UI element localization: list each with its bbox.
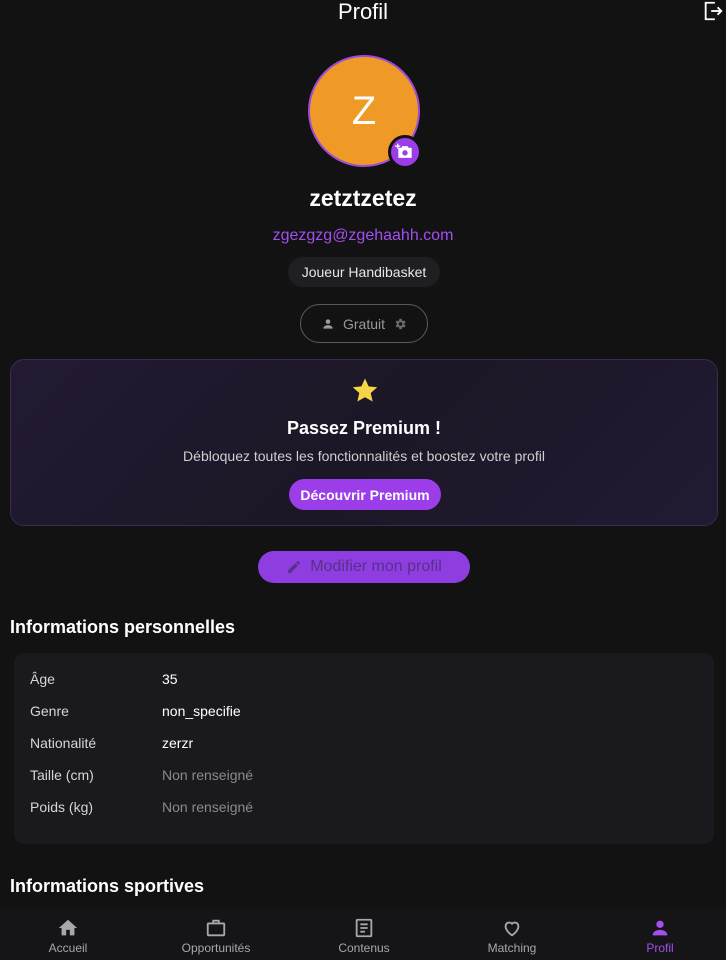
heart-icon <box>504 921 520 937</box>
info-label: Âge <box>30 671 55 687</box>
info-value: Non renseigné <box>162 767 254 783</box>
add-photo-icon <box>395 143 412 158</box>
pencil-icon <box>288 561 301 573</box>
nav-label: Contenus <box>338 941 390 955</box>
article-icon <box>355 918 373 938</box>
info-value: non_specifie <box>162 703 241 719</box>
nav-item-opportunities[interactable]: Opportunités <box>156 908 276 960</box>
plan-label: Gratuit <box>342 315 385 332</box>
nav-item-matching[interactable]: Matching <box>452 908 572 960</box>
nav-label: Profil <box>646 941 674 955</box>
personal-info-card: Âge 35 Genre non_specifie Nationalité ze… <box>14 653 714 844</box>
premium-title: Passez Premium ! <box>286 418 442 438</box>
nav-item-home[interactable]: Accueil <box>8 908 128 960</box>
username: zetztzetez <box>309 185 417 211</box>
premium-subtitle: Débloquez toutes les fonctionnalités et … <box>183 448 545 464</box>
person-icon <box>652 920 668 936</box>
edit-profile-button[interactable]: Modifier mon profil <box>258 551 470 583</box>
briefcase-icon <box>206 919 226 937</box>
bottom-nav: Accueil Opportunités Contenus Matching P… <box>0 908 726 960</box>
nav-label: Matching <box>487 941 537 955</box>
role-chip: Joueur Handibasket <box>288 257 440 287</box>
info-label: Genre <box>30 703 69 719</box>
logout-icon[interactable] <box>702 0 724 22</box>
edit-profile-label: Modifier mon profil <box>310 558 442 575</box>
info-row-gender: Genre non_specifie <box>14 703 714 727</box>
app-header: Profil <box>0 0 726 24</box>
personal-info-title: Informations personnelles <box>10 617 236 637</box>
info-label: Nationalité <box>30 735 97 751</box>
info-row-weight: Poids (kg) Non renseigné <box>14 799 714 823</box>
premium-card: Passez Premium ! Débloquez toutes les fo… <box>10 359 718 526</box>
avatar-initial: Z <box>351 88 377 133</box>
info-label: Taille (cm) <box>30 767 94 783</box>
person-icon <box>323 318 333 329</box>
info-row-age: Âge 35 <box>14 671 714 695</box>
star-icon <box>350 376 380 406</box>
nav-label: Opportunités <box>181 941 251 955</box>
nav-item-profile[interactable]: Profil <box>600 908 720 960</box>
info-row-height: Taille (cm) Non renseigné <box>14 767 714 791</box>
email: zgezgzg@zgehaahh.com <box>272 227 454 244</box>
info-value: 35 <box>162 671 178 687</box>
info-value: zerzr <box>162 735 194 751</box>
info-value: Non renseigné <box>162 799 254 815</box>
change-photo-button[interactable] <box>388 135 422 169</box>
info-row-nationality: Nationalité zerzr <box>14 735 714 759</box>
nav-item-contents[interactable]: Contenus <box>304 908 424 960</box>
info-label: Poids (kg) <box>30 799 94 815</box>
plan-chip[interactable]: Gratuit <box>300 304 428 343</box>
gear-icon <box>395 318 406 329</box>
page-title: Profil <box>337 0 389 24</box>
avatar-container: Z <box>308 55 422 169</box>
nav-label: Accueil <box>48 941 88 955</box>
sports-info-title: Informations sportives <box>10 876 205 896</box>
home-icon <box>58 919 78 936</box>
role-label: Joueur Handibasket <box>301 264 427 280</box>
discover-premium-button[interactable]: Découvrir Premium <box>289 479 441 510</box>
